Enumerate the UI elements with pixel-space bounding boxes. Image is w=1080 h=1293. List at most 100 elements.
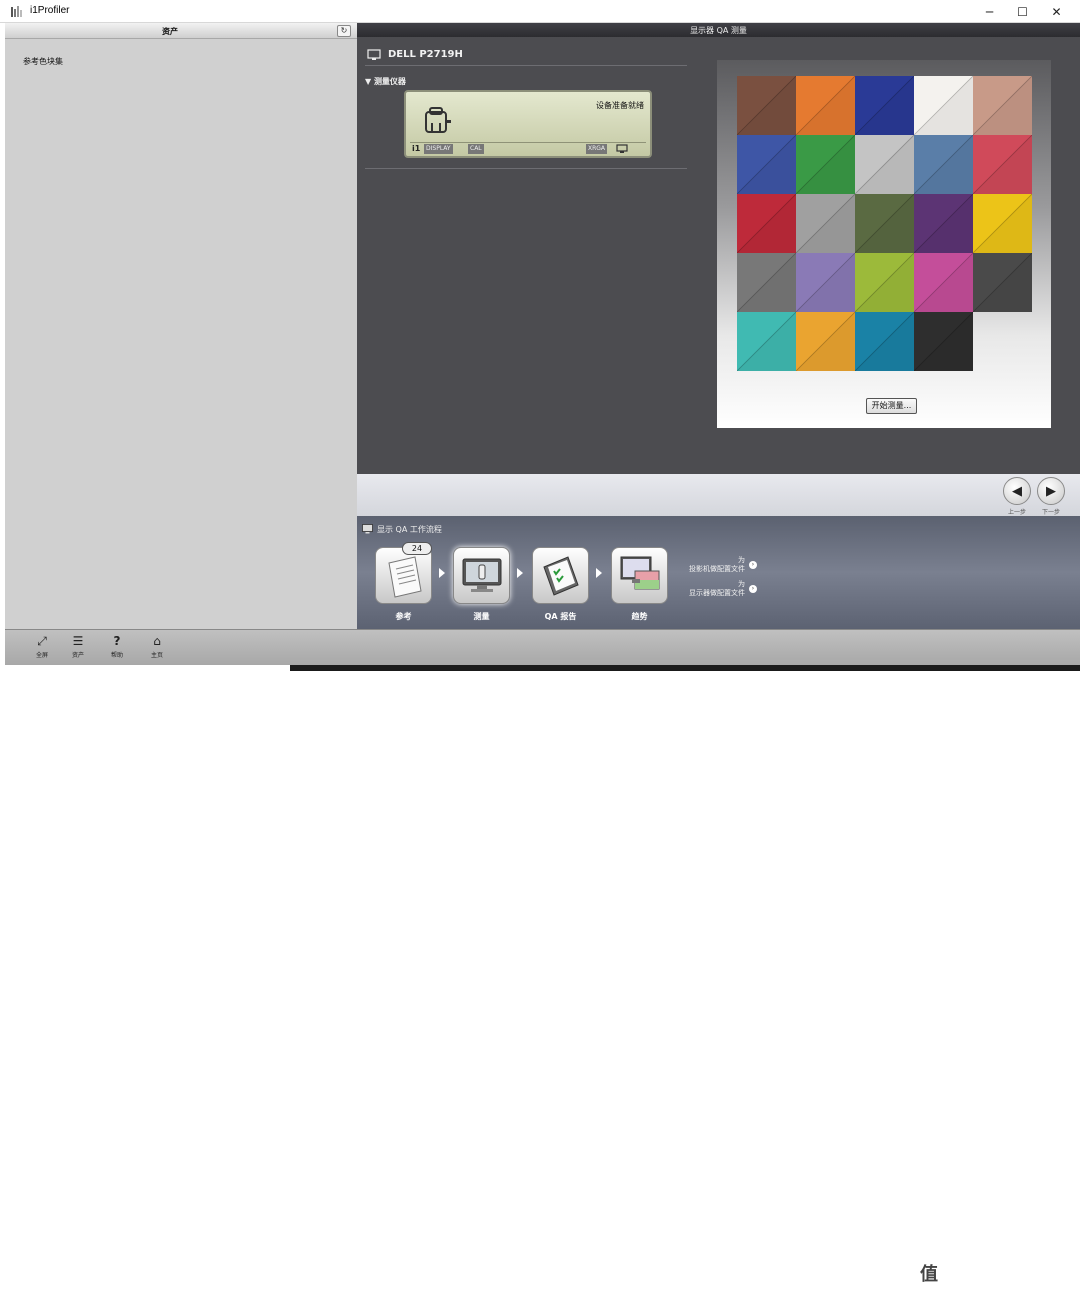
workflow-panel: 显示 QA 工作流程 24 参考 测量 QA 报告 趋势 为 投影机做配置文件 … bbox=[357, 516, 1080, 629]
profile-projector-link[interactable]: 为 投影机做配置文件 bbox=[675, 556, 745, 574]
color-patch bbox=[914, 312, 973, 371]
workflow-monitor-icon bbox=[362, 524, 373, 534]
step-measure-label: 测量 bbox=[473, 612, 490, 621]
divider bbox=[365, 168, 687, 169]
patch-diagonal bbox=[855, 312, 914, 371]
workflow-title: 显示 QA 工作流程 bbox=[377, 525, 442, 534]
patch-diagonal bbox=[914, 253, 973, 312]
app-window: i1Profiler ─ ☐ ✕ 资产 ↻ 参考色块集 显示器 QA 测量 DE… bbox=[0, 0, 1080, 1291]
assets-panel-header: 资产 ↻ bbox=[5, 23, 357, 39]
step-measure[interactable] bbox=[453, 547, 510, 604]
next-step-button[interactable]: ▶ bbox=[1037, 477, 1065, 505]
color-patch bbox=[796, 135, 855, 194]
assets-panel: 资产 ↻ 参考色块集 bbox=[5, 23, 357, 629]
watermark-logo: 值 bbox=[913, 1259, 945, 1291]
patch-diagonal bbox=[737, 135, 796, 194]
patch-diagonal bbox=[855, 135, 914, 194]
xrga-tag: XRGA bbox=[586, 144, 608, 154]
color-patch bbox=[796, 253, 855, 312]
qa-panel-header: 显示器 QA 测量 bbox=[357, 23, 1080, 37]
instrument-display: 设备准备就绪 i1 DISPLAY CAL XRGA bbox=[404, 90, 652, 158]
patch-diagonal bbox=[973, 76, 1032, 135]
color-patch bbox=[914, 76, 973, 135]
color-patch bbox=[737, 312, 796, 371]
help-button[interactable]: ? 帮助 bbox=[104, 632, 130, 664]
assets-label: 资产 bbox=[71, 652, 84, 659]
color-patch bbox=[796, 194, 855, 253]
link-line: 为 bbox=[738, 556, 745, 564]
patch-diagonal bbox=[796, 312, 855, 371]
patch-diagonal bbox=[737, 194, 796, 253]
previous-step-label: 上一步 bbox=[1007, 509, 1026, 516]
step-trend[interactable] bbox=[611, 547, 668, 604]
qa-measurement-panel: 显示器 QA 测量 DELL P2719H ▼ 测量仪器 设备准备就绪 i1 D… bbox=[357, 23, 1080, 629]
color-patch bbox=[914, 194, 973, 253]
assets-button[interactable]: ☰ 资产 bbox=[65, 632, 91, 664]
color-patch bbox=[855, 135, 914, 194]
patch-diagonal bbox=[796, 76, 855, 135]
step-reference[interactable] bbox=[375, 547, 432, 604]
cal-tag: CAL bbox=[468, 144, 484, 154]
device-status-bar: i1 DISPLAY CAL XRGA bbox=[410, 142, 646, 154]
workflow-arrow bbox=[439, 568, 445, 578]
color-patch bbox=[855, 253, 914, 312]
clipboard-check-icon bbox=[543, 556, 579, 596]
arrow-circle-icon[interactable]: › bbox=[749, 585, 757, 593]
arrow-left-icon: ◀ bbox=[1012, 483, 1022, 499]
app-icon bbox=[11, 6, 22, 17]
link-line: 显示器做配置文件 bbox=[689, 589, 745, 597]
patch-diagonal bbox=[737, 253, 796, 312]
patch-diagonal bbox=[914, 76, 973, 135]
navigation-strip: ◀ ▶ 上一步 下一步 bbox=[357, 474, 1080, 516]
color-patch bbox=[973, 253, 1032, 312]
i1-logo: i1 bbox=[412, 144, 421, 153]
step-qa-report[interactable] bbox=[532, 547, 589, 604]
taskbar-strip bbox=[290, 665, 1080, 671]
color-patch bbox=[855, 194, 914, 253]
list-icon: ☰ bbox=[72, 634, 84, 648]
color-patch bbox=[737, 194, 796, 253]
color-patch bbox=[796, 312, 855, 371]
patch-diagonal bbox=[914, 194, 973, 253]
step-reference-label: 参考 bbox=[395, 612, 412, 621]
refresh-button[interactable]: ↻ bbox=[337, 25, 351, 37]
patch-diagonal bbox=[973, 135, 1032, 194]
watermark: 值 什么值得买 bbox=[913, 1257, 1080, 1293]
color-patch bbox=[737, 135, 796, 194]
color-chart-panel: 开始测量... bbox=[717, 60, 1051, 428]
patch-diagonal bbox=[796, 253, 855, 312]
title-bar: i1Profiler ─ ☐ ✕ bbox=[0, 0, 1080, 23]
instrument-device-icon bbox=[425, 107, 451, 133]
fullscreen-label: 全屏 bbox=[35, 652, 48, 659]
expand-icon: ⤢ bbox=[37, 634, 47, 648]
arrow-circle-icon[interactable]: › bbox=[749, 561, 757, 569]
maximize-button[interactable]: ☐ bbox=[1006, 0, 1039, 23]
close-button[interactable]: ✕ bbox=[1040, 0, 1073, 23]
asset-item-reference-patch-set[interactable]: 参考色块集 bbox=[23, 56, 63, 67]
workflow-arrow bbox=[517, 568, 523, 578]
previous-step-button[interactable]: ◀ bbox=[1003, 477, 1031, 505]
color-patch bbox=[855, 76, 914, 135]
patch-diagonal bbox=[914, 312, 973, 371]
arrow-right-icon: ▶ bbox=[1046, 483, 1056, 499]
triangle-down-icon: ▼ bbox=[365, 77, 374, 86]
link-line: 投影机做配置文件 bbox=[689, 565, 745, 573]
home-button[interactable]: ⌂ 主页 bbox=[144, 632, 170, 664]
monitor-icon bbox=[367, 49, 381, 60]
divider bbox=[365, 65, 687, 66]
color-patch bbox=[855, 312, 914, 371]
monitor-measure-icon bbox=[462, 558, 502, 592]
fullscreen-button[interactable]: ⤢ 全屏 bbox=[29, 632, 55, 664]
home-icon: ⌂ bbox=[153, 634, 161, 648]
instrument-section-label: 测量仪器 bbox=[373, 77, 406, 86]
patch-diagonal bbox=[796, 135, 855, 194]
link-line: 为 bbox=[738, 580, 745, 588]
instrument-section-toggle[interactable]: ▼ 测量仪器 bbox=[365, 76, 406, 87]
start-measurement-button[interactable]: 开始测量... bbox=[866, 398, 917, 414]
patch-diagonal bbox=[973, 194, 1032, 253]
patch-diagonal bbox=[855, 194, 914, 253]
watermark-text: 什么值得买 bbox=[953, 1267, 1043, 1288]
patch-diagonal bbox=[914, 135, 973, 194]
minimize-button[interactable]: ─ bbox=[973, 0, 1006, 23]
profile-display-link[interactable]: 为 显示器做配置文件 bbox=[675, 580, 745, 598]
